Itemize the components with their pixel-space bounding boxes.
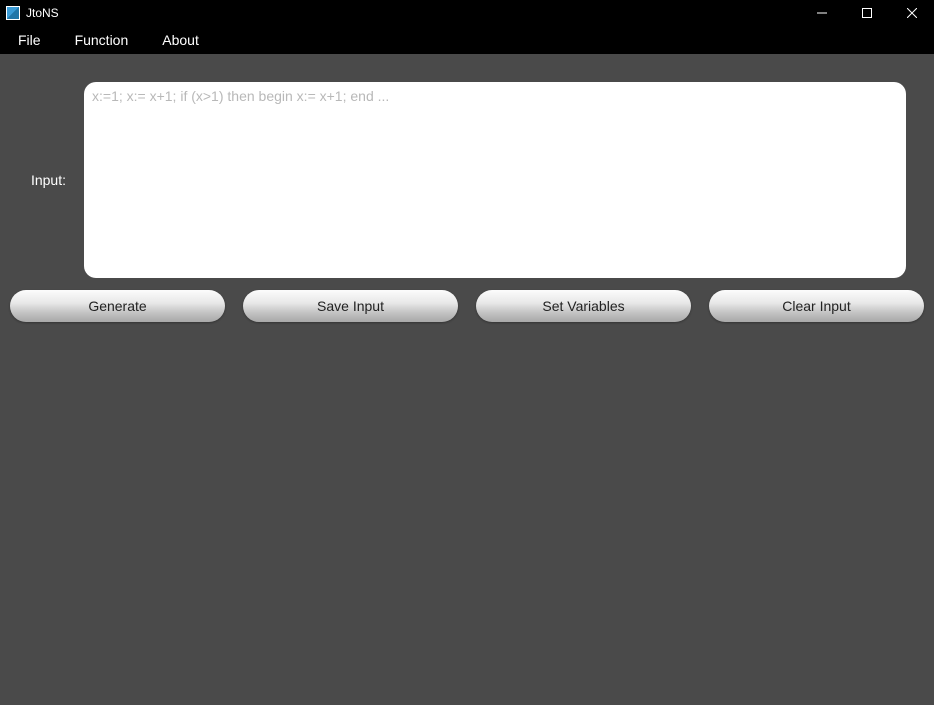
titlebar: JtoNS <box>0 0 934 26</box>
button-row: Generate Save Input Set Variables Clear … <box>10 290 924 322</box>
menu-file[interactable]: File <box>10 28 49 52</box>
maximize-button[interactable] <box>844 0 889 26</box>
close-icon <box>907 8 917 18</box>
app-icon <box>6 6 20 20</box>
app-title: JtoNS <box>26 6 59 20</box>
menubar: File Function About <box>0 26 934 54</box>
input-label: Input: <box>10 172 66 188</box>
input-row: Input: <box>10 82 924 278</box>
titlebar-left: JtoNS <box>6 6 59 20</box>
close-button[interactable] <box>889 0 934 26</box>
input-area <box>84 82 906 278</box>
set-variables-button[interactable]: Set Variables <box>476 290 691 322</box>
menu-function[interactable]: Function <box>67 28 137 52</box>
maximize-icon <box>862 8 872 18</box>
content-area: Input: Generate Save Input Set Variables… <box>0 54 934 332</box>
save-input-button[interactable]: Save Input <box>243 290 458 322</box>
minimize-button[interactable] <box>799 0 844 26</box>
input-textarea[interactable] <box>92 88 898 272</box>
menu-about[interactable]: About <box>154 28 207 52</box>
window-controls <box>799 0 934 26</box>
minimize-icon <box>817 8 827 18</box>
generate-button[interactable]: Generate <box>10 290 225 322</box>
clear-input-button[interactable]: Clear Input <box>709 290 924 322</box>
